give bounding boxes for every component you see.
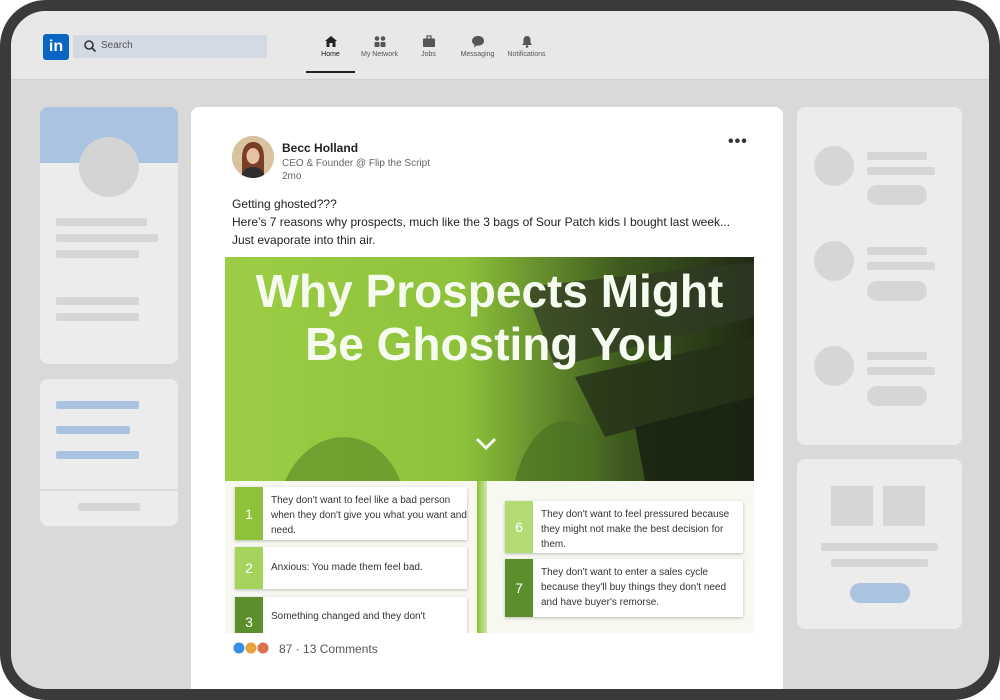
shortcuts-card-placeholder	[40, 379, 178, 526]
placeholder-line	[56, 234, 158, 242]
image-title: Why Prospects Might Be Ghosting You	[255, 265, 724, 370]
reasons-column-left: 1 They don't want to feel like a bad per…	[225, 481, 483, 633]
placeholder-button	[867, 185, 927, 205]
home-icon	[324, 36, 337, 47]
more-options-icon[interactable]: •••	[728, 133, 748, 151]
avatar-placeholder	[814, 146, 854, 186]
linkedin-logo[interactable]: in	[43, 34, 69, 60]
placeholder-line	[831, 559, 928, 567]
ad-card-placeholder	[797, 459, 962, 629]
feed-post: Becc Holland CEO & Founder @ Flip the Sc…	[191, 107, 783, 689]
search-input[interactable]: Search	[73, 35, 267, 58]
reason-number: 2	[235, 547, 263, 589]
nav-home-label: Home	[321, 51, 340, 58]
reason-number: 7	[505, 559, 533, 617]
search-placeholder: Search	[101, 40, 133, 51]
placeholder-button	[867, 386, 927, 406]
reaction-count[interactable]: 87	[279, 642, 292, 656]
placeholder-line	[56, 218, 147, 226]
messaging-icon	[471, 36, 484, 48]
post-text-line: Here’s 7 reasons why prospects, much lik…	[232, 215, 731, 247]
separator: ·	[295, 642, 300, 656]
device-frame: in Search Home My Network Jobs Messaging…	[0, 0, 1000, 700]
profile-card-placeholder	[40, 107, 178, 364]
reactions-comments-summary[interactable]: 87 · 13 Comments	[279, 642, 378, 656]
nav-jobs-label: Jobs	[421, 51, 436, 58]
nav-home[interactable]: Home	[306, 33, 355, 73]
nav-jobs[interactable]: Jobs	[404, 33, 453, 73]
placeholder-line	[56, 313, 139, 321]
reason-number: 6	[505, 501, 533, 553]
briefcase-icon	[422, 35, 435, 47]
top-navbar: in Search Home My Network Jobs Messaging…	[11, 11, 989, 80]
reason-text: Anxious: You made them feel bad.	[271, 562, 423, 573]
placeholder-line	[821, 543, 938, 551]
reason-card: 7 They don't want to enter a sales cycle…	[505, 559, 743, 617]
post-image[interactable]: Why Prospects Might Be Ghosting You	[225, 257, 754, 481]
post-text: Getting ghosted??? Here’s 7 reasons why …	[232, 195, 742, 249]
reason-text: They don't want to feel like a bad perso…	[271, 495, 467, 536]
reason-number: 1	[235, 487, 263, 540]
reason-card: 2 Anxious: You made them feel bad.	[235, 547, 467, 589]
bell-icon	[521, 36, 532, 48]
placeholder-link	[56, 451, 139, 459]
search-icon	[84, 40, 97, 53]
nav-messaging-label: Messaging	[460, 51, 495, 58]
placeholder-line	[867, 167, 935, 175]
reason-text: They don't want to feel pressured becaus…	[541, 509, 730, 550]
placeholder-link	[56, 401, 139, 409]
placeholder-line	[56, 250, 139, 258]
reason-text: They don't want to enter a sales cycle b…	[541, 567, 727, 608]
nav-my-network-label: My Network	[361, 51, 398, 58]
post-text-line: Getting ghosted???	[232, 197, 337, 211]
author-name[interactable]: Becc Holland	[282, 141, 358, 155]
reasons-column-right: 6 They don't want to feel pressured beca…	[495, 481, 753, 633]
placeholder-button	[867, 281, 927, 301]
reason-card: 6 They don't want to feel pressured beca…	[505, 501, 743, 553]
reason-text: Something changed and they don't	[271, 611, 426, 622]
avatar-placeholder	[79, 137, 139, 197]
column-divider	[477, 481, 487, 633]
nav-messaging[interactable]: Messaging	[453, 33, 502, 73]
placeholder-line	[867, 352, 927, 360]
placeholder-image	[883, 486, 925, 526]
avatar-placeholder	[814, 346, 854, 386]
avatar-placeholder	[814, 241, 854, 281]
placeholder-line	[78, 503, 140, 511]
comments-link[interactable]: 13 Comments	[303, 642, 378, 656]
reason-number: 3	[235, 597, 263, 633]
reason-card: 3 Something changed and they don't	[235, 597, 467, 633]
placeholder-line	[56, 297, 139, 305]
suggestions-card-placeholder	[797, 107, 962, 445]
placeholder-line	[867, 152, 927, 160]
chevron-down-icon	[475, 437, 497, 451]
placeholder-link	[56, 426, 130, 434]
reaction-icons[interactable]	[232, 641, 272, 655]
placeholder-image	[831, 486, 873, 526]
nav-notifications[interactable]: Notifications	[502, 33, 551, 73]
network-icon	[374, 36, 385, 47]
author-headline: CEO & Founder @ Flip the Script	[282, 158, 430, 169]
placeholder-line	[867, 247, 927, 255]
divider	[40, 489, 178, 491]
post-image-reasons[interactable]: 1 They don't want to feel like a bad per…	[225, 481, 754, 633]
reason-card: 1 They don't want to feel like a bad per…	[235, 487, 467, 540]
nav-notifications-label: Notifications	[507, 51, 546, 58]
person-photo	[232, 136, 274, 178]
placeholder-line	[867, 367, 935, 375]
placeholder-button	[850, 583, 910, 603]
post-time: 2mo	[282, 171, 302, 182]
nav-my-network[interactable]: My Network	[355, 33, 404, 73]
placeholder-line	[867, 262, 935, 270]
author-avatar[interactable]	[232, 136, 274, 178]
nav-items: Home My Network Jobs Messaging Notificat…	[306, 33, 551, 73]
